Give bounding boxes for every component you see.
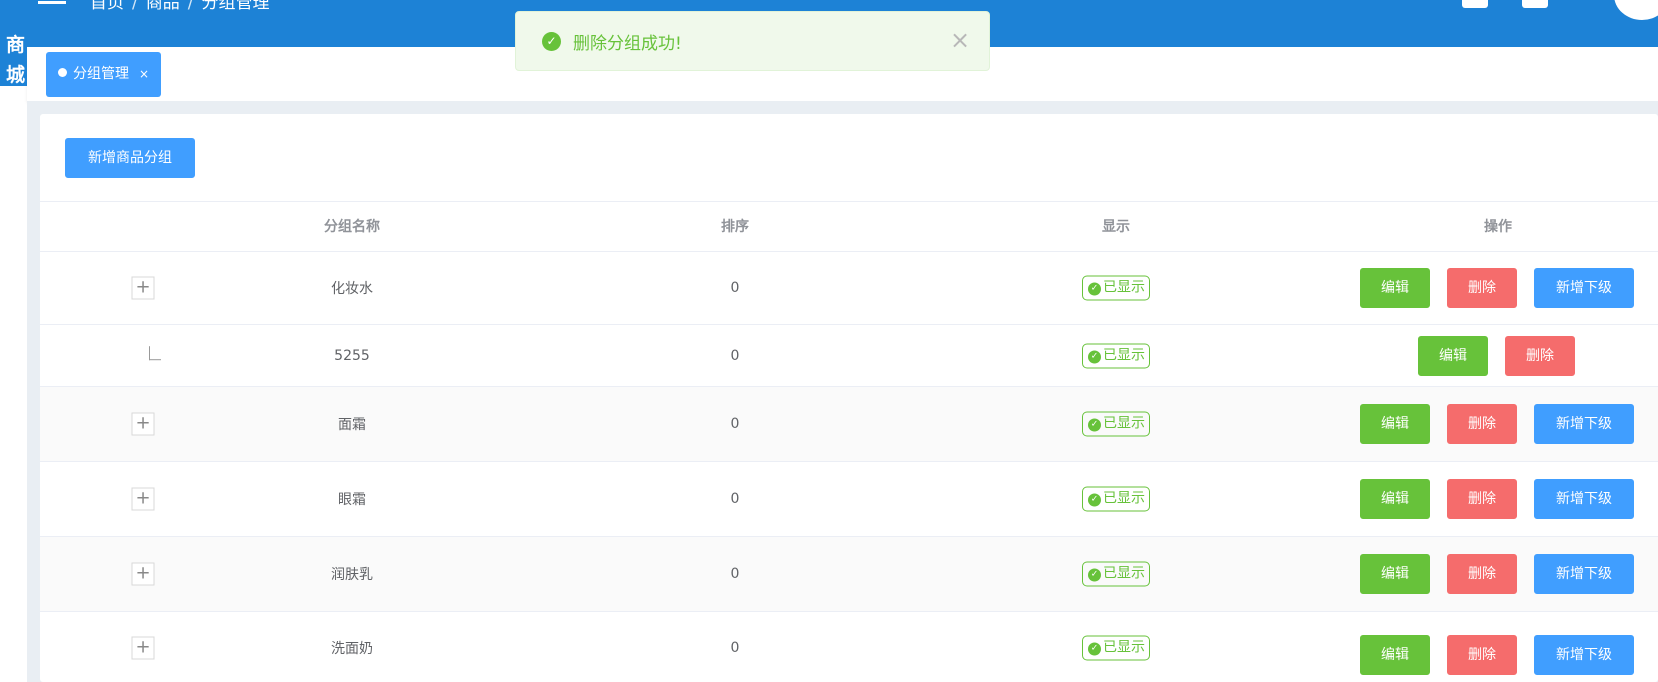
sort-value: 0	[730, 347, 740, 364]
group-name: 化妆水	[331, 281, 373, 297]
table-row: 5255 0 ✓ 已显示 编辑 删除	[40, 325, 1658, 387]
breadcrumb-goods[interactable]: 商品	[146, 0, 180, 13]
breadcrumb: 首页 / 商品 / 分组管理	[90, 0, 269, 13]
edit-button[interactable]: 编辑	[1360, 404, 1430, 444]
expand-icon[interactable]: +	[131, 487, 155, 511]
sort-value: 0	[730, 640, 740, 656]
group-name: 5255	[334, 347, 370, 364]
breadcrumb-home[interactable]: 首页	[90, 0, 124, 13]
add-child-button[interactable]: 新增下级	[1534, 404, 1634, 444]
tree-branch-icon	[149, 345, 161, 360]
status-badge: ✓ 已显示	[1082, 635, 1150, 661]
expand-icon[interactable]: +	[131, 276, 155, 300]
delete-button[interactable]: 删除	[1447, 479, 1517, 519]
success-toast: ✓ 删除分组成功! ×	[515, 11, 990, 71]
delete-button[interactable]: 删除	[1447, 635, 1517, 675]
breadcrumb-current: 分组管理	[201, 0, 270, 13]
check-circle-icon: ✓	[1088, 493, 1101, 507]
sort-value: 0	[730, 280, 740, 296]
edit-button[interactable]: 编辑	[1360, 268, 1430, 308]
breadcrumb-separator: /	[132, 0, 138, 13]
expand-icon[interactable]: +	[131, 412, 155, 436]
edit-button[interactable]: 编辑	[1360, 479, 1430, 519]
breadcrumb-separator: /	[187, 0, 194, 13]
table-header: 分组名称 排序 显示 操作	[40, 201, 1658, 252]
tab-group-management[interactable]: 分组管理 ×	[46, 52, 162, 97]
column-header-sort: 排序	[721, 219, 749, 235]
table-row: + 润肤乳 0 ✓ 已显示 编辑 删除 新增下级	[40, 537, 1658, 612]
tab-close-icon[interactable]: ×	[139, 67, 149, 81]
active-dot-icon	[58, 68, 67, 77]
add-child-button[interactable]: 新增下级	[1534, 479, 1634, 519]
sort-value: 0	[730, 491, 740, 507]
status-badge: ✓ 已显示	[1082, 561, 1150, 587]
table-row: + 洗面奶 0 ✓ 已显示 编辑 删除 新增下级	[40, 612, 1658, 682]
fullscreen-icon[interactable]	[1462, 0, 1488, 8]
avatar[interactable]	[1614, 0, 1658, 20]
close-icon[interactable]: ×	[950, 26, 970, 54]
delete-button[interactable]: 删除	[1447, 554, 1517, 594]
add-child-button[interactable]: 新增下级	[1534, 554, 1634, 594]
status-badge: ✓ 已显示	[1082, 411, 1150, 437]
add-group-button[interactable]: 新增商品分组	[65, 138, 195, 178]
group-name: 洗面奶	[331, 641, 373, 657]
delete-button[interactable]: 删除	[1505, 335, 1575, 376]
check-circle-icon: ✓	[1088, 642, 1101, 656]
table-row: + 面霜 0 ✓ 已显示 编辑 删除 新增下级	[40, 387, 1658, 462]
check-circle-icon: ✓	[542, 32, 561, 51]
menu-toggle-icon[interactable]	[38, 0, 66, 4]
column-header-actions: 操作	[1484, 219, 1512, 235]
check-circle-icon: ✓	[1088, 568, 1101, 582]
status-badge: ✓ 已显示	[1082, 343, 1150, 368]
column-header-name: 分组名称	[324, 219, 380, 235]
expand-icon[interactable]: +	[131, 636, 155, 660]
tab-label: 分组管理	[73, 66, 129, 82]
add-child-button[interactable]: 新增下级	[1534, 268, 1634, 308]
expand-icon[interactable]: +	[131, 562, 155, 586]
sort-value: 0	[730, 566, 740, 582]
check-circle-icon: ✓	[1088, 350, 1101, 363]
check-circle-icon: ✓	[1088, 418, 1101, 432]
check-circle-icon: ✓	[1088, 282, 1101, 296]
table-row: + 化妆水 0 ✓ 已显示 编辑 删除 新增下级	[40, 252, 1658, 325]
delete-button[interactable]: 删除	[1447, 268, 1517, 308]
group-name: 面霜	[338, 417, 366, 433]
add-child-button[interactable]: 新增下级	[1534, 635, 1634, 675]
status-badge: ✓ 已显示	[1082, 486, 1150, 512]
edit-button[interactable]: 编辑	[1418, 335, 1488, 376]
table-row: + 眼霜 0 ✓ 已显示 编辑 删除 新增下级	[40, 462, 1658, 537]
column-header-display: 显示	[1102, 219, 1130, 235]
group-name: 眼霜	[338, 492, 366, 508]
font-size-icon[interactable]	[1522, 0, 1548, 8]
brand-logo: 商城	[0, 30, 27, 86]
edit-button[interactable]: 编辑	[1360, 554, 1430, 594]
toast-message: 删除分组成功!	[573, 34, 682, 54]
status-badge: ✓ 已显示	[1082, 275, 1150, 301]
edit-button[interactable]: 编辑	[1360, 635, 1430, 675]
group-name: 润肤乳	[331, 567, 373, 583]
delete-button[interactable]: 删除	[1447, 404, 1517, 444]
sort-value: 0	[730, 416, 740, 432]
